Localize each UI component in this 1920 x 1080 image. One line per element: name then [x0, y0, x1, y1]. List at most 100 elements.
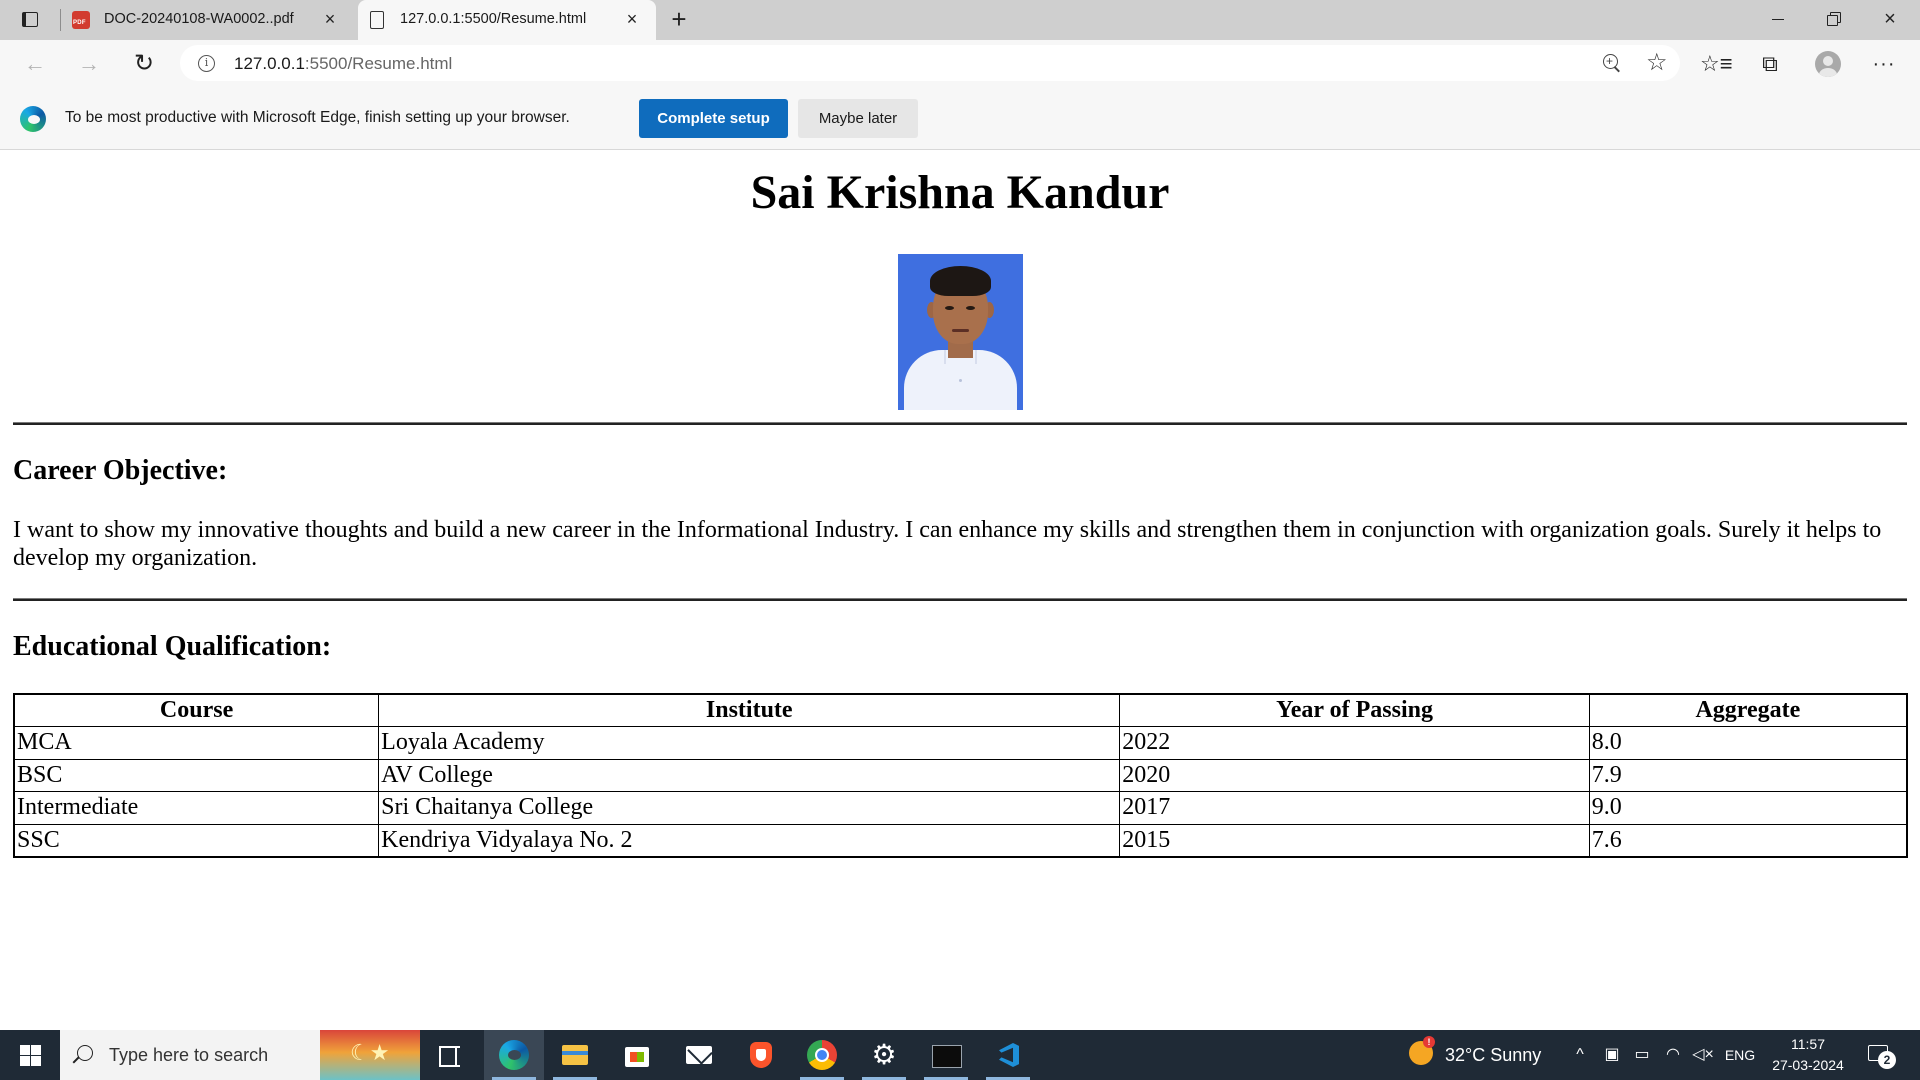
table-row: MCA Loyala Academy 2022 8.0: [13, 726, 1908, 760]
cell-aggregate: 8.0: [1588, 726, 1908, 760]
minimize-icon: [1772, 19, 1784, 21]
cell-year: 2015: [1119, 823, 1590, 857]
sun-icon: [1409, 1036, 1435, 1065]
cell-aggregate: 9.0: [1588, 791, 1908, 825]
taskbar-search-box[interactable]: Type here to search: [60, 1030, 320, 1080]
refresh-button[interactable]: ↻: [128, 48, 160, 80]
tab-pdf-document[interactable]: DOC-20240108-WA0002..pdf ×: [62, 0, 354, 40]
edge-icon: [499, 1040, 529, 1070]
divider: [13, 598, 1907, 601]
close-icon[interactable]: ×: [320, 9, 340, 29]
minimize-button[interactable]: [1750, 0, 1806, 40]
taskbar-vscode[interactable]: [978, 1030, 1038, 1080]
cell-year: 2022: [1119, 726, 1590, 760]
table-header-row: Course Institute Year of Passing Aggrega…: [13, 693, 1908, 727]
vscode-icon: [993, 1040, 1023, 1070]
column-header-course: Course: [13, 693, 380, 727]
cell-year: 2017: [1119, 791, 1590, 825]
collections-icon[interactable]: ⧉: [1754, 48, 1786, 80]
avatar-icon: [1815, 51, 1841, 77]
back-button[interactable]: ←: [19, 48, 51, 80]
info-icon[interactable]: i: [198, 55, 215, 72]
cell-institute: Sri Chaitanya College: [378, 791, 1121, 825]
edge-logo-icon: [20, 106, 46, 132]
close-window-button[interactable]: ×: [1862, 0, 1918, 40]
taskbar-settings[interactable]: ⚙: [854, 1030, 914, 1080]
weather-text: 32°C Sunny: [1445, 1045, 1542, 1065]
tab-separator: [60, 9, 61, 31]
taskbar-file-explorer[interactable]: [545, 1030, 605, 1080]
taskbar: Type here to search ⚙ 32°C Sunny ^ ▣ ▭ ◠…: [0, 1030, 1920, 1080]
battery-icon[interactable]: ▭: [1628, 1030, 1656, 1080]
table-row: BSC AV College 2020 7.9: [13, 758, 1908, 792]
column-header-year: Year of Passing: [1119, 693, 1590, 727]
education-table: Course Institute Year of Passing Aggrega…: [13, 693, 1908, 858]
language-indicator[interactable]: ENG: [1720, 1030, 1760, 1080]
career-objective-text: I want to show my innovative thoughts an…: [13, 517, 1882, 571]
education-heading: Educational Qualification:: [13, 631, 332, 662]
cell-aggregate: 7.9: [1588, 758, 1908, 792]
taskbar-store[interactable]: [607, 1030, 667, 1080]
search-placeholder: Type here to search: [109, 1045, 269, 1065]
resume-page: Sai Krishna Kandur Career Objective: I w…: [0, 151, 1920, 1030]
search-icon: [77, 1045, 93, 1061]
favorites-icon[interactable]: ☆≡: [1700, 48, 1733, 80]
setup-notification-bar: To be most productive with Microsoft Edg…: [0, 88, 1920, 150]
cell-institute: Kendriya Vidyalaya No. 2: [378, 823, 1121, 857]
profile-button[interactable]: [1812, 48, 1844, 80]
meet-now-icon[interactable]: ▣: [1600, 1030, 1624, 1080]
more-menu-icon[interactable]: ···: [1868, 48, 1900, 80]
url-host: 127.0.0.1: [234, 54, 305, 73]
profile-photo: [898, 254, 1023, 410]
add-favorite-icon[interactable]: ☆: [1646, 48, 1668, 77]
task-view-button[interactable]: [420, 1030, 480, 1080]
start-button[interactable]: [0, 1030, 60, 1080]
taskbar-mail[interactable]: [669, 1030, 729, 1080]
tab-resume[interactable]: 127.0.0.1:5500/Resume.html ×: [358, 0, 656, 40]
windows-logo-icon: [20, 1045, 30, 1055]
column-header-institute: Institute: [378, 693, 1121, 727]
divider: [13, 422, 1907, 425]
task-view-icon: [435, 1040, 465, 1070]
gear-icon: ⚙: [871, 1039, 897, 1070]
page-icon: [370, 11, 384, 29]
table-row: SSC Kendriya Vidyalaya No. 2 2015 7.6: [13, 823, 1908, 857]
address-bar[interactable]: i 127.0.0.1:5500/Resume.html + ☆: [180, 45, 1680, 81]
mail-icon: [684, 1040, 714, 1070]
notification-center-button[interactable]: 2: [1866, 1042, 1896, 1070]
terminal-icon: [931, 1040, 962, 1070]
brave-icon: [746, 1040, 776, 1070]
taskbar-edge[interactable]: [484, 1030, 544, 1080]
forward-button[interactable]: →: [73, 48, 105, 80]
tab-actions-button[interactable]: [14, 8, 46, 32]
taskbar-terminal[interactable]: [916, 1030, 976, 1080]
taskbar-clock[interactable]: 11:57 27-03-2024: [1766, 1034, 1850, 1076]
clock-date: 27-03-2024: [1772, 1057, 1844, 1073]
url-text[interactable]: 127.0.0.1:5500/Resume.html: [234, 54, 452, 74]
search-highlight-image[interactable]: [320, 1030, 420, 1080]
clock-time: 11:57: [1791, 1036, 1825, 1052]
zoom-icon[interactable]: +: [1602, 53, 1622, 73]
restore-button[interactable]: [1806, 0, 1862, 40]
taskbar-brave[interactable]: [731, 1030, 791, 1080]
volume-muted-icon[interactable]: ◁×: [1690, 1030, 1716, 1080]
table-row: Intermediate Sri Chaitanya College 2017 …: [13, 791, 1908, 825]
close-icon[interactable]: ×: [622, 9, 642, 29]
cell-course: BSC: [13, 758, 380, 792]
tab-strip: DOC-20240108-WA0002..pdf × 127.0.0.1:550…: [0, 0, 1920, 40]
cell-institute: AV College: [378, 758, 1121, 792]
browser-toolbar: ← → ↻ i 127.0.0.1:5500/Resume.html + ☆ ☆…: [0, 40, 1920, 88]
complete-setup-button[interactable]: Complete setup: [639, 99, 788, 138]
cell-aggregate: 7.6: [1588, 823, 1908, 857]
pdf-icon: [72, 11, 90, 29]
taskbar-chrome[interactable]: [792, 1030, 852, 1080]
new-tab-button[interactable]: +: [665, 6, 693, 34]
show-hidden-icons-button[interactable]: ^: [1568, 1030, 1592, 1080]
cell-course: MCA: [13, 726, 380, 760]
tab-actions-icon: [22, 12, 38, 27]
cell-course: SSC: [13, 823, 380, 857]
tab-title: 127.0.0.1:5500/Resume.html: [400, 11, 587, 27]
maybe-later-button[interactable]: Maybe later: [798, 99, 918, 138]
wifi-icon[interactable]: ◠: [1660, 1030, 1686, 1080]
column-header-aggregate: Aggregate: [1588, 693, 1908, 727]
